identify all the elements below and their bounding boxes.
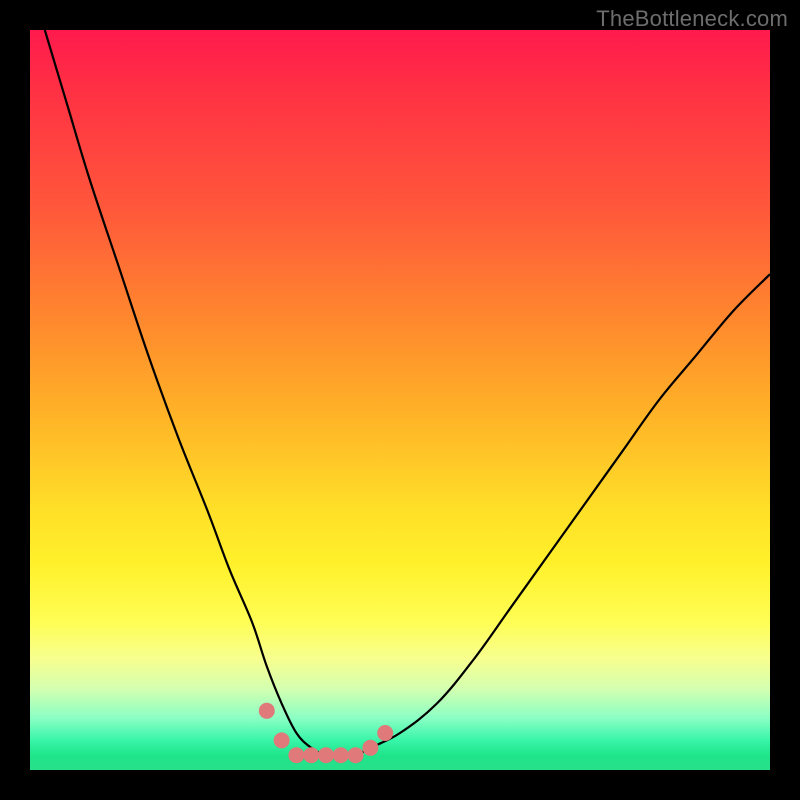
valley-dot (318, 747, 334, 763)
watermark-text: TheBottleneck.com (596, 6, 788, 32)
valley-dot (274, 732, 290, 748)
valley-dot (333, 747, 349, 763)
valley-dot (362, 740, 378, 756)
curve-layer (30, 30, 770, 770)
valley-dot (303, 747, 319, 763)
valley-dot (348, 747, 364, 763)
chart-frame: TheBottleneck.com (0, 0, 800, 800)
valley-dot (377, 725, 393, 741)
valley-dot (288, 747, 304, 763)
valley-dot (259, 703, 275, 719)
plot-area (30, 30, 770, 770)
valley-dots-group (259, 703, 393, 763)
bottleneck-curve (45, 30, 770, 756)
